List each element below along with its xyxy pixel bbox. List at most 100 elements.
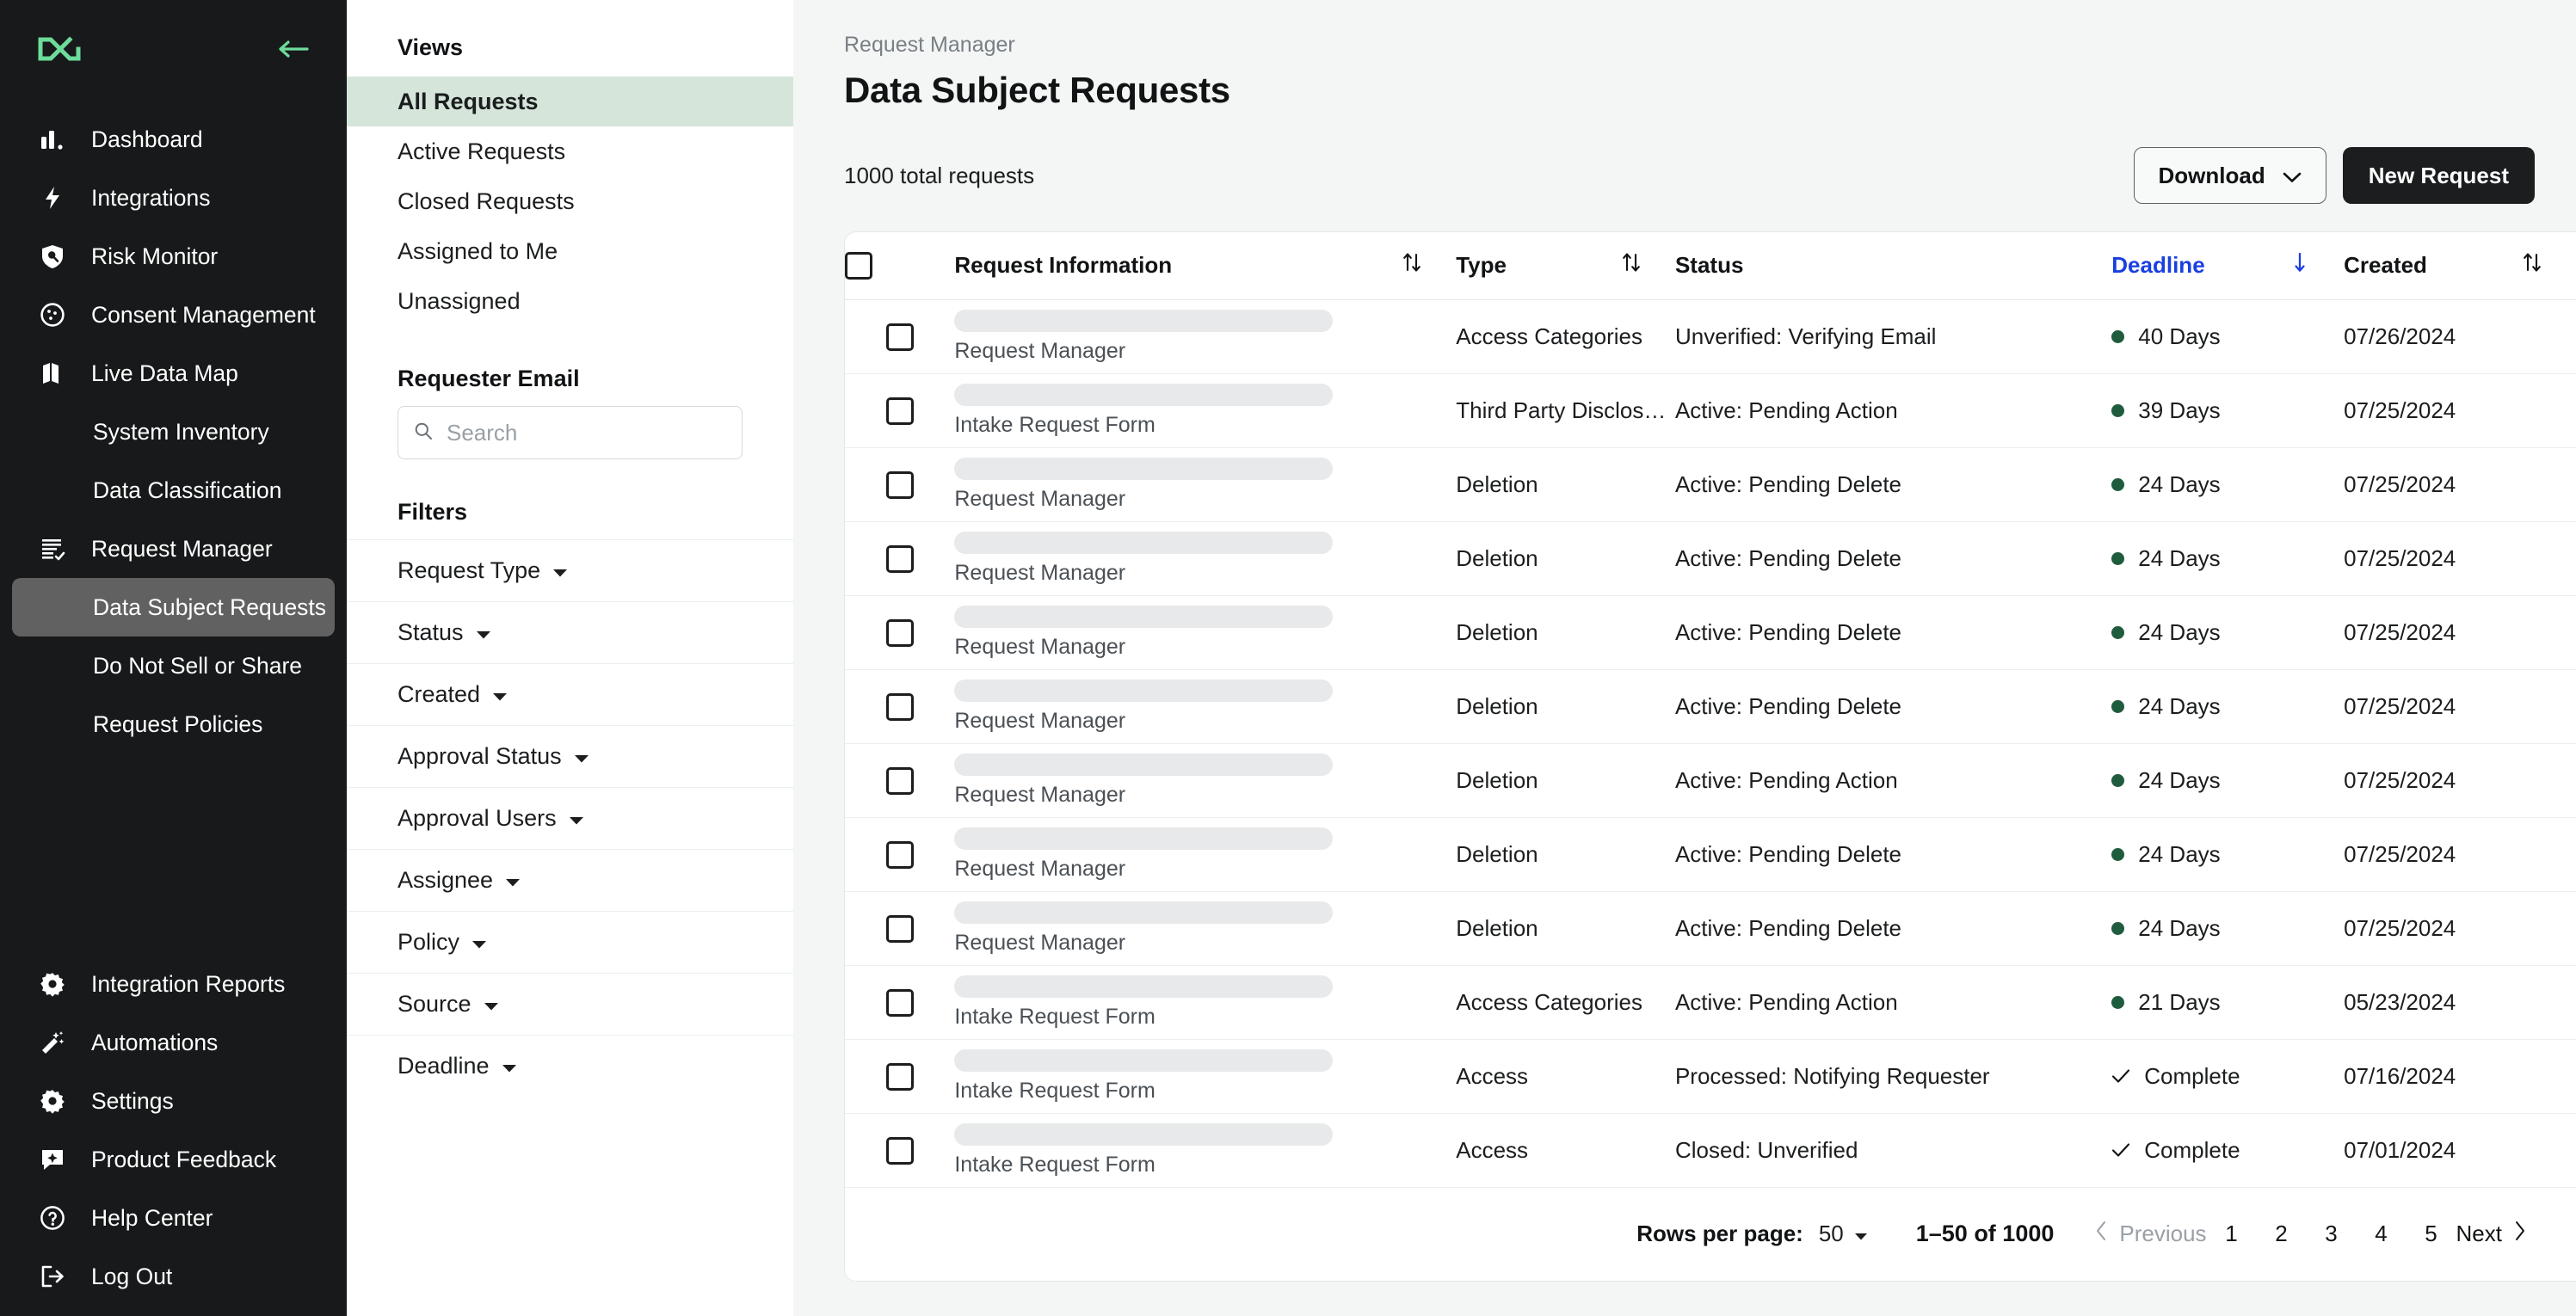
pagination-next[interactable]: Next [2456,1221,2526,1247]
chevron-down-icon [1854,1221,1868,1247]
search-box[interactable] [397,406,743,459]
filter-source[interactable]: Source [347,973,793,1035]
view-item-label: Active Requests [397,138,566,164]
row-checkbox[interactable] [885,988,914,1017]
deadline-label: 24 Days [2138,692,2221,719]
sidebar-item-consent-management[interactable]: Consent Management [12,286,335,344]
table-header-row: Request Information Type Status Deadline… [845,232,2576,300]
cell-type: Deletion [1456,817,1675,892]
cell-created: 07/25/2024 [2344,521,2576,596]
table-row[interactable]: Request Manager Deletion Active: Pending D… [845,669,2576,744]
sidebar-item-automations[interactable]: Automations [12,1013,335,1072]
deadline-label: Complete [2144,1136,2240,1163]
sidebar-item-label: Automations [91,1029,219,1055]
select-all-checkbox[interactable] [845,252,872,280]
new-request-button[interactable]: New Request [2342,147,2535,204]
filter-policy[interactable]: Policy [347,911,793,973]
sidebar-item-data-subject-requests[interactable]: Data Subject Requests [12,578,335,636]
cell-request-information: Intake Request Form [954,965,1457,1040]
sidebar-item-data-classification[interactable]: Data Classification [12,461,335,520]
table-row[interactable]: Request Manager Deletion Active: Pending D… [845,595,2576,670]
table-row[interactable]: Request Manager Deletion Active: Pending D… [845,817,2576,892]
row-checkbox[interactable] [885,397,914,425]
deadline-label: 24 Days [2138,914,2221,941]
row-checkbox[interactable] [885,323,914,351]
sidebar-item-log-out[interactable]: Log Out [12,1247,335,1306]
logout-icon [38,1262,67,1291]
filter-deadline[interactable]: Deadline [347,1035,793,1097]
table-row[interactable]: Request Manager Deletion Active: Pending D… [845,521,2576,596]
row-checkbox[interactable] [885,618,914,647]
sidebar-item-help-center[interactable]: Help Center [12,1189,335,1247]
cell-request-information: Intake Request Form [954,1039,1457,1114]
pagination-previous[interactable]: Previous [2095,1221,2207,1247]
row-checkbox[interactable] [885,766,914,795]
sidebar-item-request-policies[interactable]: Request Policies [12,695,335,753]
view-item-assigned-to-me[interactable]: Assigned to Me [347,226,793,276]
status-dot [2111,847,2125,861]
filter-approval-status[interactable]: Approval Status [347,725,793,787]
filter-approval-users[interactable]: Approval Users [347,787,793,849]
rows-per-page-select[interactable]: 50 [1819,1221,1868,1247]
collapse-sidebar-icon[interactable] [274,36,312,62]
filter-assignee[interactable]: Assignee [347,849,793,911]
sidebar-item-risk-monitor[interactable]: Risk Monitor [12,227,335,286]
column-header-type[interactable]: Type [1456,232,1675,300]
row-checkbox[interactable] [885,1136,914,1165]
table-row[interactable]: Intake Request Form Third Party Disclos… A… [845,373,2576,448]
column-header-deadline[interactable]: Deadline [2111,232,2345,300]
view-item-closed-requests[interactable]: Closed Requests [347,176,793,226]
cell-deadline: Complete [2111,1113,2345,1188]
sidebar-item-product-feedback[interactable]: Product Feedback [12,1130,335,1189]
filter-request-type[interactable]: Request Type [347,539,793,601]
pagination-page-3[interactable]: 3 [2307,1221,2357,1247]
filter-status[interactable]: Status [347,601,793,663]
column-header-request-information[interactable]: Request Information [954,232,1457,300]
chevron-down-icon [471,929,487,956]
pagination-page-2[interactable]: 2 [2257,1221,2307,1247]
pagination-nav: Previous 1 2 3 4 5 Next [2095,1221,2526,1247]
view-item-unassigned[interactable]: Unassigned [347,276,793,326]
row-checkbox[interactable] [885,840,914,869]
table-row[interactable]: Request Manager Deletion Active: Pending A… [845,743,2576,818]
sidebar-item-integration-reports[interactable]: Integration Reports [12,955,335,1013]
pagination-page-1[interactable]: 1 [2207,1221,2257,1247]
pagination-page-4[interactable]: 4 [2357,1221,2407,1247]
column-header-created[interactable]: Created [2344,232,2576,300]
view-item-active-requests[interactable]: Active Requests [347,126,793,176]
table-row[interactable]: Intake Request Form Access Categories Acti… [845,965,2576,1040]
pagination-page-5[interactable]: 5 [2407,1221,2456,1247]
chevron-down-icon [476,619,491,646]
sidebar-item-do-not-sell-or-share[interactable]: Do Not Sell or Share [12,636,335,695]
sidebar-item-dashboard[interactable]: Dashboard [12,110,335,169]
view-item-all-requests[interactable]: All Requests [347,77,793,126]
sidebar-item-system-inventory[interactable]: System Inventory [12,403,335,461]
view-item-label: All Requests [397,88,539,114]
sidebar-item-integrations[interactable]: Integrations [12,169,335,227]
table-row[interactable]: Request Manager Deletion Active: Pending D… [845,447,2576,522]
download-button[interactable]: Download [2133,147,2326,204]
row-checkbox[interactable] [885,914,914,943]
breadcrumb: Request Manager [844,33,1015,57]
map-icon [38,359,67,388]
sidebar-item-live-data-map[interactable]: Live Data Map [12,344,335,403]
search-input[interactable] [447,419,726,446]
cell-created: 07/25/2024 [2344,669,2576,744]
table-row[interactable]: Intake Request Form Access Closed: Unverif… [845,1113,2576,1188]
cell-status: Closed: Unverified [1674,1113,2112,1188]
sidebar-item-request-manager[interactable]: Request Manager [12,520,335,578]
redacted-request-name [954,679,1334,702]
cell-status: Unverified: Verifying Email [1674,299,2112,374]
table-row[interactable]: Request Manager Access Categories Unverifi… [845,299,2576,374]
row-checkbox[interactable] [885,544,914,573]
row-checkbox[interactable] [885,470,914,499]
column-label: Request Information [954,252,1173,279]
table-row[interactable]: Intake Request Form Access Processed: Noti… [845,1039,2576,1114]
filter-created[interactable]: Created [347,663,793,725]
row-checkbox[interactable] [885,1062,914,1091]
chevron-down-icon [502,1053,517,1079]
row-checkbox[interactable] [885,692,914,721]
table-row[interactable]: Request Manager Deletion Active: Pending D… [845,891,2576,966]
deadline-label: 40 Days [2138,323,2221,349]
sidebar-item-settings[interactable]: Settings [12,1072,335,1130]
